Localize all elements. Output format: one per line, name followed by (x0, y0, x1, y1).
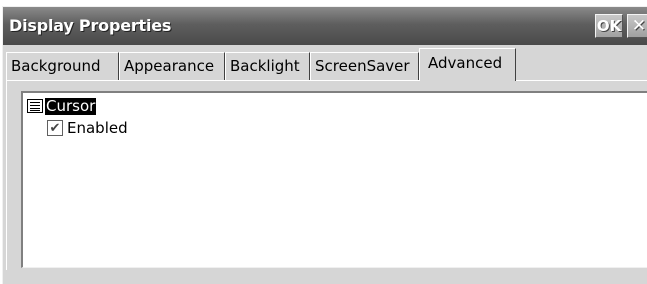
enabled-label[interactable]: Enabled (67, 119, 128, 137)
tab-strip: Background Appearance Backlight ScreenSa… (6, 48, 646, 81)
title-bar: Display Properties OK ✕ (3, 7, 647, 45)
window-title: Display Properties (9, 16, 172, 35)
close-button[interactable]: ✕ (627, 14, 647, 38)
tab-advanced[interactable]: Advanced (419, 48, 516, 81)
ok-button[interactable]: OK (595, 14, 623, 38)
tab-backlight[interactable]: Backlight (225, 52, 310, 80)
tab-background[interactable]: Background (6, 52, 119, 80)
list-icon (27, 99, 43, 113)
tree-item-enabled[interactable]: ✔ Enabled (47, 118, 128, 138)
enabled-checkbox[interactable]: ✔ (47, 120, 63, 136)
advanced-panel: Cursor ✔ Enabled (6, 80, 647, 270)
tab-screensaver[interactable]: ScreenSaver (310, 52, 419, 80)
tree-node-cursor[interactable]: Cursor (27, 96, 97, 116)
tree-node-label[interactable]: Cursor (45, 97, 97, 115)
settings-tree[interactable]: Cursor ✔ Enabled (21, 91, 647, 268)
checkmark-icon: ✔ (49, 120, 61, 136)
tab-appearance[interactable]: Appearance (119, 52, 225, 80)
